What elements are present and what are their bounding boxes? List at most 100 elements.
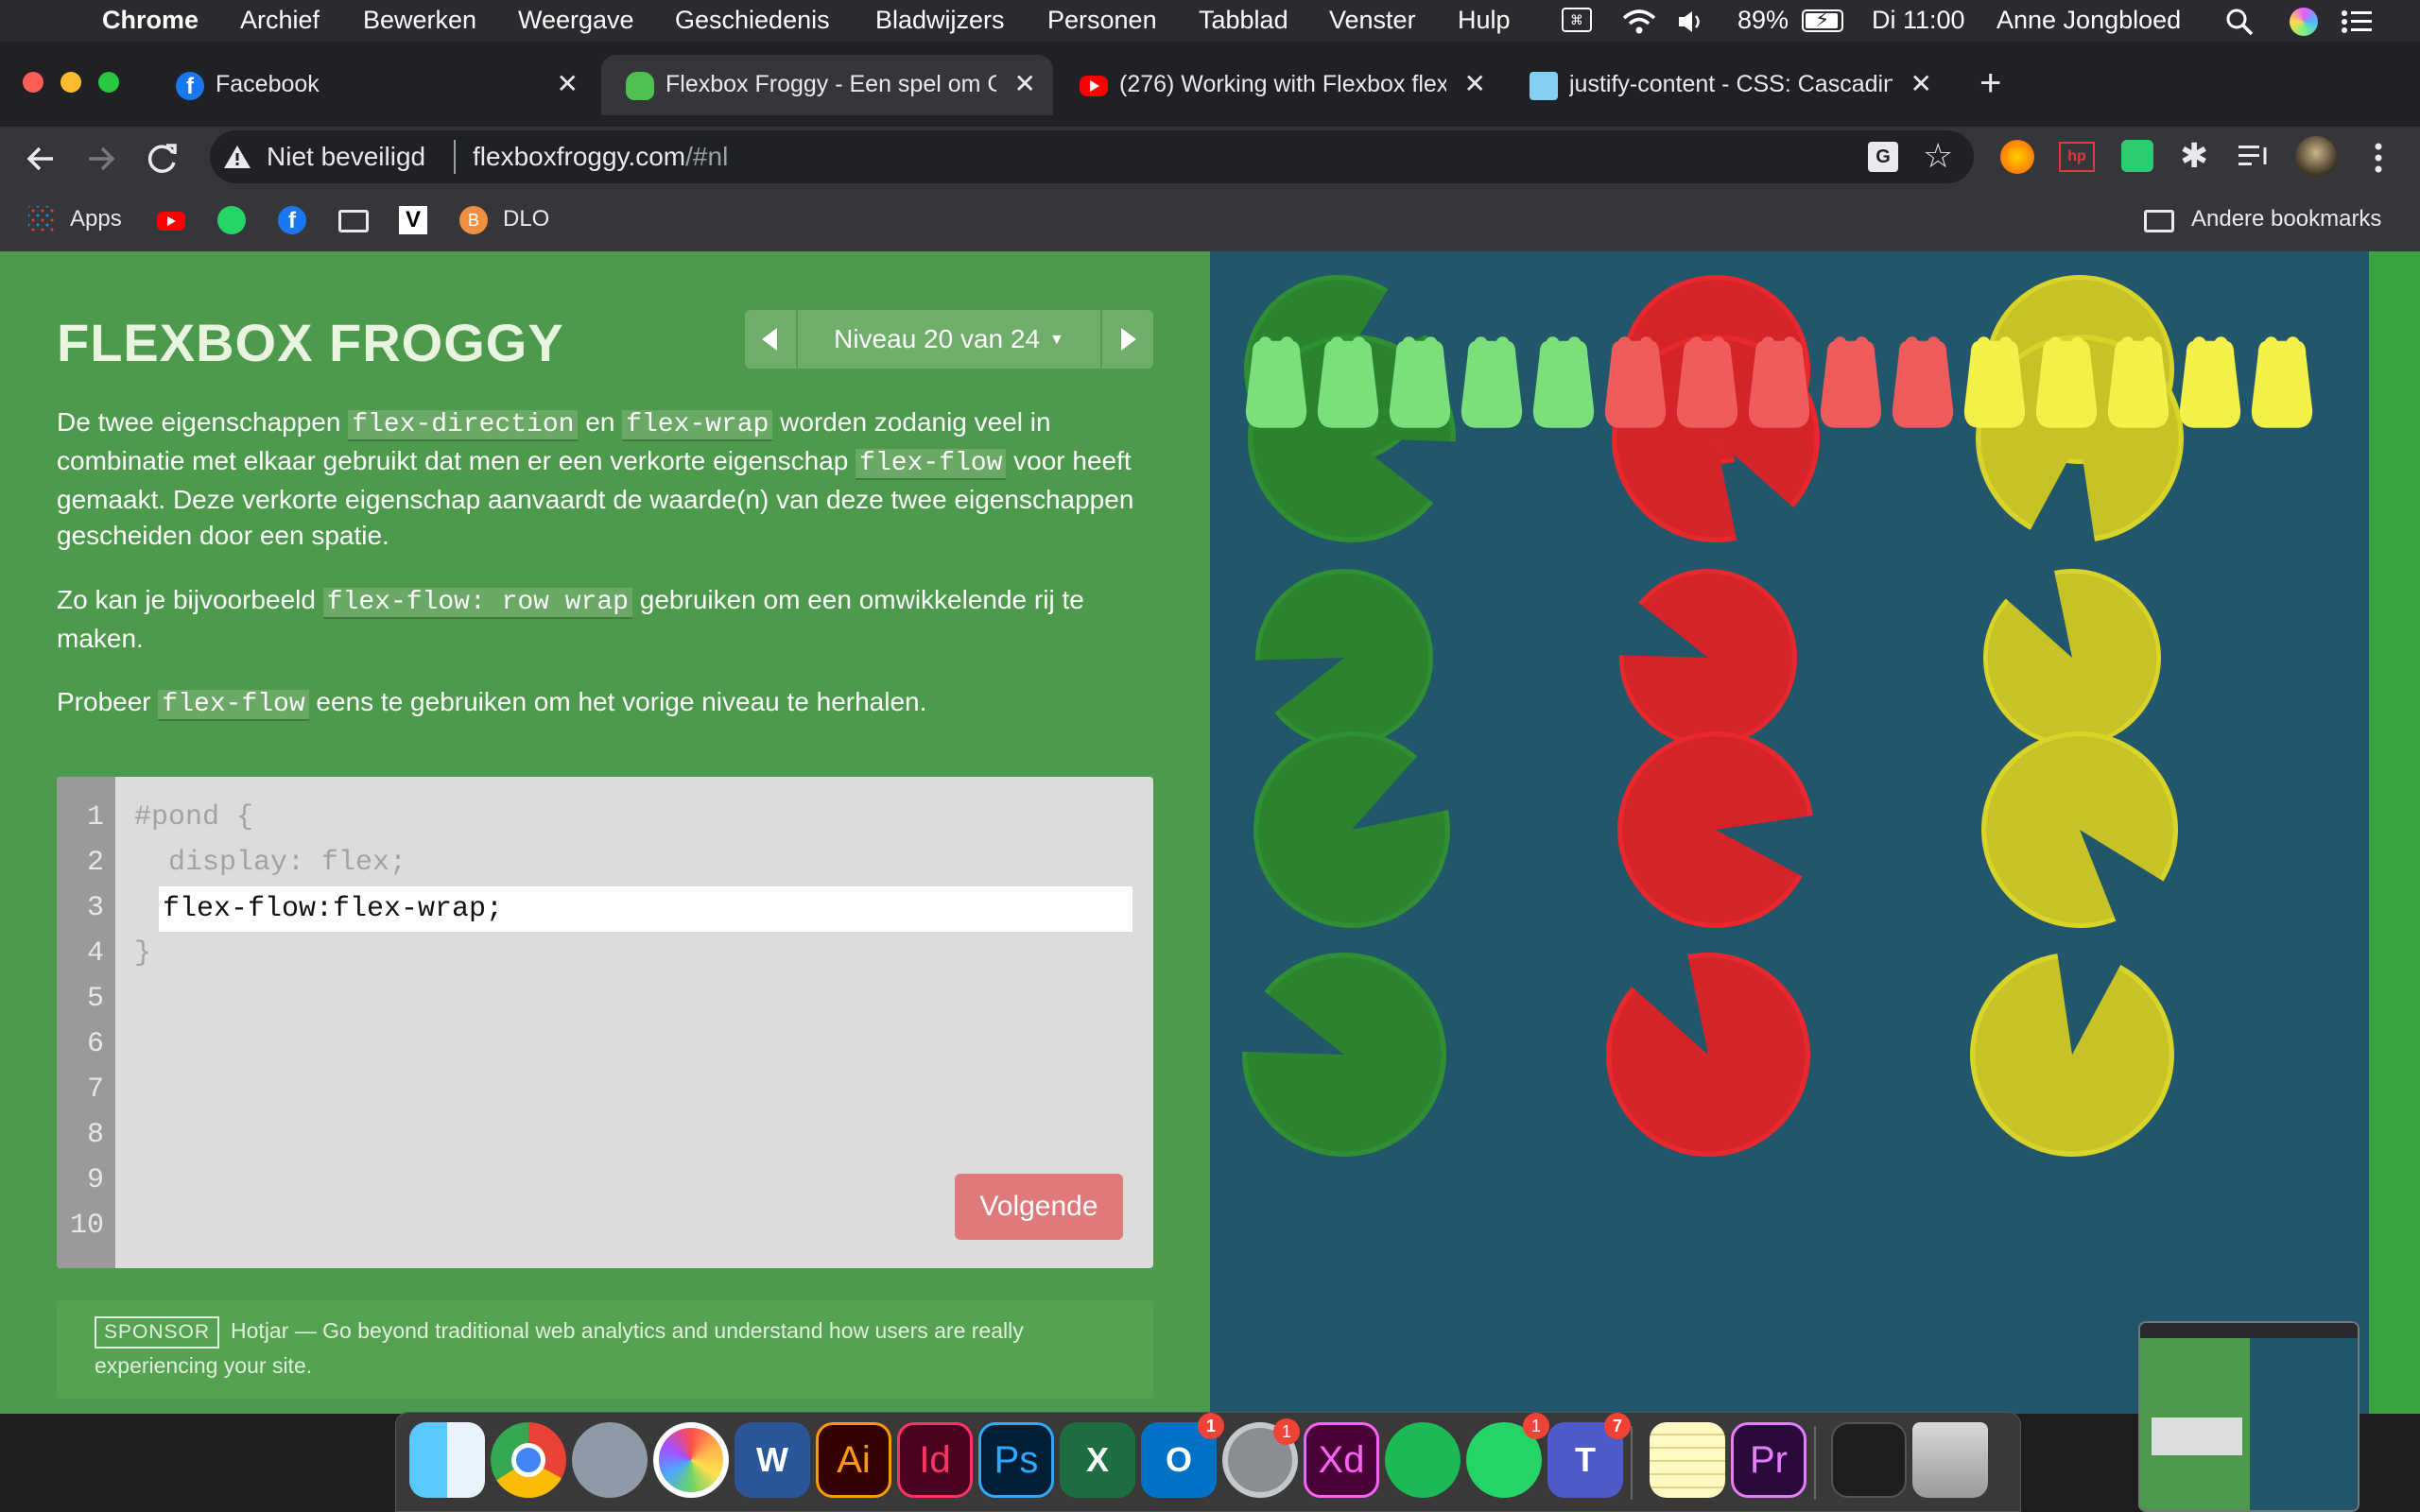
dock-divider — [1814, 1426, 1816, 1500]
back-icon[interactable] — [25, 144, 57, 174]
close-icon[interactable]: ✕ — [1910, 68, 1932, 99]
close-icon[interactable]: ✕ — [1464, 68, 1486, 99]
menu-venster[interactable]: Venster — [1329, 6, 1416, 35]
code-flex-flow[interactable]: flex-flow — [856, 449, 1007, 480]
tab-facebook[interactable]: f Facebook ✕ — [151, 55, 596, 115]
word-icon[interactable]: W — [735, 1422, 810, 1498]
menu-tabblad[interactable]: Tabblad — [1199, 6, 1288, 35]
bookmark-star-icon[interactable]: ☆ — [1923, 136, 1953, 176]
code-flex-flow-row-wrap[interactable]: flex-flow: row wrap — [322, 588, 632, 619]
forward-icon[interactable] — [85, 144, 117, 174]
launchpad-icon[interactable] — [572, 1422, 648, 1498]
bookmark-apps[interactable]: Apps — [70, 206, 122, 232]
facebook-icon: f — [176, 72, 204, 100]
reload-icon[interactable] — [146, 142, 180, 176]
media-control-icon[interactable] — [2238, 144, 2271, 170]
menu-hulp[interactable]: Hulp — [1458, 6, 1511, 35]
new-tab-button[interactable]: + — [1979, 64, 2001, 102]
menu-personen[interactable]: Personen — [1047, 6, 1157, 35]
menu-archief[interactable]: Archief — [240, 6, 320, 35]
tab-label: Facebook — [216, 71, 320, 97]
level-dropdown[interactable]: Niveau 20 van 24 ▼ — [798, 310, 1100, 369]
notes-icon[interactable] — [1650, 1422, 1725, 1498]
whatsapp-icon[interactable] — [217, 206, 246, 234]
code-flex-wrap[interactable]: flex-wrap — [622, 410, 773, 441]
screenshot-thumbnail[interactable] — [2138, 1321, 2360, 1512]
code-flex-direction[interactable]: flex-direction — [348, 410, 579, 441]
dlo-icon[interactable]: B — [459, 206, 488, 234]
next-level-button[interactable] — [1100, 310, 1153, 369]
bookmark-dlo[interactable]: DLO — [503, 206, 549, 232]
battery-icon[interactable]: ⚡ — [1802, 9, 1843, 32]
window-minimize-button[interactable] — [60, 72, 81, 93]
system-preferences-icon[interactable]: 1 — [1222, 1418, 1300, 1498]
arrow-right-icon — [1121, 328, 1136, 351]
green-frog — [1317, 336, 1379, 428]
downloads-stack-icon[interactable] — [1831, 1422, 1907, 1498]
menu-weergave[interactable]: Weergave — [518, 6, 634, 35]
url-text[interactable]: flexboxfroggy.com/#nl — [473, 142, 728, 172]
sponsor-text: Hotjar — Go beyond traditional web analy… — [95, 1318, 1024, 1378]
security-label[interactable]: Niet beveiligd — [267, 142, 425, 172]
window-zoom-button[interactable] — [98, 72, 119, 93]
menu-app-name[interactable]: Chrome — [102, 6, 199, 35]
line-number: 3 — [86, 892, 104, 924]
menu-bladwijzers[interactable]: Bladwijzers — [875, 6, 1005, 35]
extension-red-icon[interactable]: hp — [2059, 142, 2095, 172]
previous-level-button[interactable] — [745, 310, 798, 369]
youtube-icon[interactable] — [157, 212, 185, 231]
tab-mdn[interactable]: justify-content - CSS: Cascading Style ✕ — [1505, 55, 1949, 115]
vimeo-v-icon[interactable]: V — [399, 206, 427, 234]
extension-fire-icon[interactable] — [2000, 140, 2034, 174]
sponsor-banner[interactable]: SPONSOR Hotjar — Go beyond traditional we… — [57, 1300, 1153, 1399]
outlook-icon[interactable]: O1 — [1141, 1413, 1224, 1498]
teams-icon[interactable]: T7 — [1547, 1413, 1631, 1498]
chrome-icon[interactable] — [491, 1422, 566, 1498]
clock[interactable]: Di 11:00 — [1872, 6, 1965, 35]
profile-avatar[interactable] — [2295, 136, 2337, 178]
yellow-lilypad — [1970, 954, 2174, 1157]
yellow-frog — [2107, 336, 2169, 428]
red-frog — [1820, 336, 1882, 428]
user-name[interactable]: Anne Jongbloed — [1996, 6, 2181, 35]
finder-icon[interactable] — [409, 1422, 485, 1498]
photoshop-icon[interactable]: Ps — [978, 1422, 1054, 1498]
extension-green-icon[interactable] — [2121, 140, 2153, 172]
translate-icon[interactable]: G — [1868, 142, 1898, 172]
extensions-puzzle-icon[interactable]: ✱ — [2180, 136, 2208, 176]
keyboard-viewer-icon[interactable]: ⌘ — [1562, 8, 1592, 32]
mdn-icon — [1530, 72, 1558, 100]
spotify-icon[interactable] — [1385, 1422, 1461, 1498]
menu-geschiedenis[interactable]: Geschiedenis — [675, 6, 830, 35]
wifi-icon[interactable] — [1620, 8, 1658, 36]
facebook-icon[interactable]: f — [278, 206, 306, 234]
tab-flexbox-froggy[interactable]: Flexbox Froggy - Een spel om CSS ✕ — [601, 55, 1053, 115]
xd-icon[interactable]: Xd — [1304, 1422, 1379, 1498]
bookmark-other[interactable]: Andere bookmarks — [2191, 206, 2381, 232]
warning-icon[interactable] — [223, 144, 251, 170]
indesign-icon[interactable]: Id — [897, 1422, 973, 1498]
next-button[interactable]: Volgende — [955, 1174, 1123, 1240]
menu-kebab-icon[interactable] — [2371, 142, 2386, 174]
excel-icon[interactable]: X — [1060, 1422, 1135, 1498]
close-icon[interactable]: ✕ — [1014, 68, 1036, 99]
illustrator-icon[interactable]: Ai — [816, 1422, 891, 1498]
volume-icon[interactable] — [1677, 9, 1705, 34]
code-flex-flow[interactable]: flex-flow — [158, 690, 309, 721]
photos-icon[interactable] — [653, 1422, 729, 1498]
folder-icon[interactable] — [338, 210, 369, 232]
premiere-icon[interactable]: Pr — [1731, 1422, 1806, 1498]
close-icon[interactable]: ✕ — [557, 68, 579, 99]
window-close-button[interactable] — [23, 72, 43, 93]
whatsapp-icon[interactable]: 1 — [1466, 1413, 1549, 1498]
menu-bewerken[interactable]: Bewerken — [363, 6, 476, 35]
siri-icon[interactable] — [2290, 8, 2318, 36]
trash-icon[interactable] — [1912, 1422, 1988, 1498]
apps-grid-icon[interactable] — [28, 206, 55, 232]
css-code-input[interactable] — [159, 886, 1132, 932]
tab-youtube[interactable]: (276) Working with Flexbox flex-flow ✕ — [1055, 55, 1503, 115]
spotlight-search-icon[interactable] — [2225, 8, 2254, 36]
address-bar[interactable]: Niet beveiligd flexboxfroggy.com/#nl G ☆ — [210, 130, 1974, 183]
separator — [454, 140, 456, 174]
notification-center-icon[interactable] — [2341, 9, 2373, 34]
